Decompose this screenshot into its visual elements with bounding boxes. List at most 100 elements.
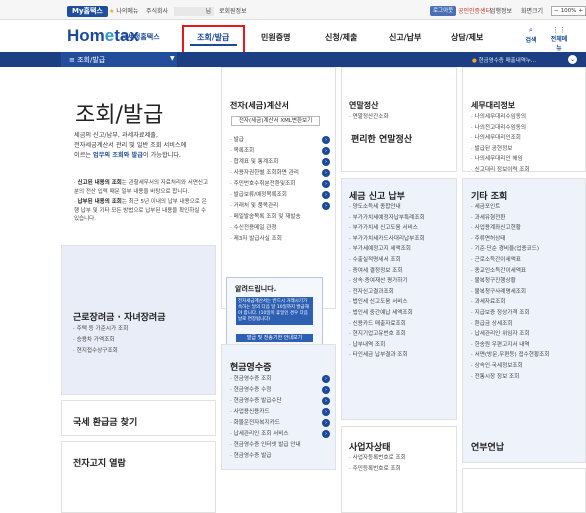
page-title: 조회/발급 [75, 103, 164, 128]
list-item[interactable]: 납부내역 조회 [349, 340, 425, 351]
notice-view-title[interactable]: 전자고지 열람 [73, 456, 126, 469]
list-item[interactable]: 불복청구진행상황 [471, 276, 549, 287]
list-item[interactable]: 부가세예정고지 세액조회 [349, 244, 425, 255]
list-item[interactable]: 종교인소득간이세액표 [471, 266, 549, 277]
list-item[interactable]: 법인세 중간예납 세액조회 [349, 308, 425, 319]
list-item[interactable]: 법인세 신고도움 서비스 [349, 297, 425, 308]
list-item[interactable]: 증여세 결정정보 조회 [349, 266, 425, 277]
list-item[interactable]: 발급된 공현정보 [471, 144, 530, 155]
active-nav-highlight [182, 25, 245, 54]
list-item[interactable]: 서면(방문,우편등) 접수현황조회 [471, 350, 550, 361]
list-item[interactable]: 나의세무대리수임동의 [471, 112, 530, 123]
user-info-link[interactable]: 로회원정보 [219, 7, 247, 16]
list-item[interactable]: 제3자 발급사실 조회 [230, 234, 318, 245]
list-item[interactable]: 수출실적명세서 조회 [349, 255, 425, 266]
pension-box[interactable] [462, 468, 586, 513]
list-item[interactable]: 현지기업고유번호 조회 [349, 329, 425, 340]
list-item[interactable]: 주민번호수취분전환및조회 [230, 179, 330, 190]
yearend-title: 연말정산 [349, 101, 379, 110]
list-item[interactable]: 신용카드 매출자료조회 [349, 319, 425, 330]
list-item[interactable]: 부가가치세 신고도움 서비스 [349, 223, 425, 234]
list-item[interactable]: 납세관리인 위임자 조회 [471, 329, 549, 340]
pension-title[interactable]: 연부연납 [471, 440, 504, 453]
list-item[interactable]: 상속인·국세정보조회 [471, 361, 549, 372]
list-item[interactable]: 거래처 및 품목관리 [230, 201, 330, 212]
list-item[interactable]: 현금영수증 수정 [230, 385, 330, 396]
arrow-icon [322, 147, 330, 155]
list-item[interactable]: 나의세무대리인 해임 [471, 154, 530, 165]
list-item[interactable]: 전통시장 정보 조회 [471, 372, 549, 383]
notice-view-box[interactable] [61, 441, 216, 513]
list-item[interactable]: 현금영수증 인터넷 발급 안내 [230, 440, 318, 451]
chevron-down-icon[interactable]: ⌄ [568, 55, 577, 64]
list-item[interactable]: 사업용계좌신고현황 [471, 223, 549, 234]
nav-report-payment[interactable]: 신고/납부 [389, 32, 421, 43]
list-item[interactable]: 기준·단순 경비율(업종코드) [471, 244, 549, 255]
nav-application-submit[interactable]: 신청/제출 [325, 32, 357, 43]
list-item[interactable]: 현금영수증 발급수단 [230, 396, 330, 407]
list-item[interactable]: 신고대리 정보이력 조회 [471, 165, 530, 176]
list-item[interactable]: 환급금 상세조회 [471, 319, 549, 330]
list-item[interactable]: 지급보증 정상가격 조회 [471, 308, 549, 319]
list-item[interactable]: 연말정산간소화 [349, 112, 389, 123]
list-item[interactable]: 현지접수상구조회 [73, 346, 128, 357]
list-item[interactable]: 과세유형전환 [471, 213, 549, 224]
cert-center-link[interactable]: 공인인증센터 [458, 7, 491, 16]
easy-yearend-link[interactable]: 편리한 연말정산 [351, 132, 412, 145]
list-item[interactable]: 주민등록번호로 조회 [349, 464, 406, 475]
nav-consult-report[interactable]: 상담/제보 [451, 32, 483, 43]
logout-button[interactable]: 로그아웃 [430, 6, 457, 16]
arrow-icon [322, 180, 330, 188]
biz-request-link[interactable]: 업행정보 [490, 7, 512, 16]
list-item[interactable]: 목록조회 [230, 146, 330, 157]
zoom-in-icon[interactable]: + [578, 7, 583, 15]
search-button[interactable]: ⌕ 검색 [521, 26, 541, 44]
recent-menu-text[interactable]: ● 현금영수증 매출내역누... [472, 56, 536, 64]
list-item[interactable]: 세금포인트 [471, 202, 549, 213]
list-item[interactable]: 메일발송목록 조회 및 재발송 [230, 212, 318, 223]
agent-list: 나의세무대리수임동의 나의전고대리수임동의 나의세무대리인조회 발급된 공현정보… [471, 112, 530, 176]
list-item[interactable]: 나의전고대리수임동의 [471, 123, 530, 134]
arrow-icon [322, 158, 330, 166]
list-item[interactable]: 불복청구사례명세조회 [471, 287, 549, 298]
nav-civil-certificate[interactable]: 민원증명 [261, 32, 290, 43]
list-item[interactable]: 양도소득세 종합안내 [349, 202, 425, 213]
list-item[interactable]: 발급 [230, 135, 330, 146]
list-item[interactable]: 주택 등 가준시가 조회 [73, 324, 129, 335]
list-item[interactable]: 한송원 우편고지서 내역 [471, 340, 549, 351]
zoom-control[interactable]: − 100% + [551, 6, 586, 16]
deadline-guide-button[interactable]: 발급 및 전송기한 안내보기 [236, 334, 313, 342]
list-item[interactable]: 합계표 및 통계조회 [230, 157, 330, 168]
list-item[interactable]: 주류면허상태 [471, 234, 549, 245]
cash-title: 현금영수증 [230, 363, 272, 373]
mytax-button[interactable]: My홈택스 [67, 6, 108, 17]
refund-title[interactable]: 국세 환급금 찾기 [73, 415, 137, 428]
list-item[interactable]: 근로소득간이세액표 [471, 255, 549, 266]
list-item[interactable]: 상속·증여재산 평가하기 [349, 276, 425, 287]
list-item[interactable]: 현금영수증 조회 [230, 374, 330, 385]
list-item[interactable]: 전자신고결과조회 [349, 287, 425, 298]
list-item[interactable]: 화물운전자복지카드 [230, 418, 330, 429]
list-item[interactable]: 사용자권한별 조회화면 관리 [230, 168, 330, 179]
list-item[interactable]: 부가가치세예정자납부특례조회 [349, 213, 425, 224]
list-item[interactable]: 사업용신용카드 [230, 407, 330, 418]
etc-list: 세금포인트 과세유형전환 사업용계좌신고현황 주류면허상태 기준·단순 경비율(… [471, 202, 550, 383]
xml-convert-button[interactable]: 전자(세금)계산서 XML변환보기 [231, 116, 320, 126]
favorites-link[interactable]: 나의메뉴 [109, 7, 138, 16]
list-item[interactable]: 타인세금 납부결과 조회 [349, 350, 425, 361]
list-item[interactable]: 나의세무대리인조회 [471, 133, 530, 144]
zoom-out-icon[interactable]: − [554, 7, 559, 15]
list-item[interactable]: 사업자등록번호로 조회 [349, 453, 406, 464]
list-item[interactable]: 승용차 가액조회 [73, 335, 128, 346]
grid-icon: ⋮⋮ [552, 26, 566, 34]
list-item[interactable]: 현금영수증 발급 [230, 451, 318, 462]
active-nav-underline [190, 44, 237, 46]
list-item[interactable]: 납세관리인 조회 서비스 [230, 429, 330, 440]
list-item[interactable]: 과세자료조회 [471, 297, 549, 308]
list-item[interactable]: 부가가치세카드사대리납부조회 [349, 234, 425, 245]
list-item[interactable]: 발급보류/예정목록조회 [230, 190, 330, 201]
user-name: 님 [174, 7, 214, 16]
menu-icon-title[interactable]: ≡ 조회/발급 [69, 55, 105, 65]
all-menu-button[interactable]: ⋮⋮ 전체메뉴 [549, 26, 569, 52]
list-item[interactable]: 수신전용메일 관청 [230, 223, 318, 234]
